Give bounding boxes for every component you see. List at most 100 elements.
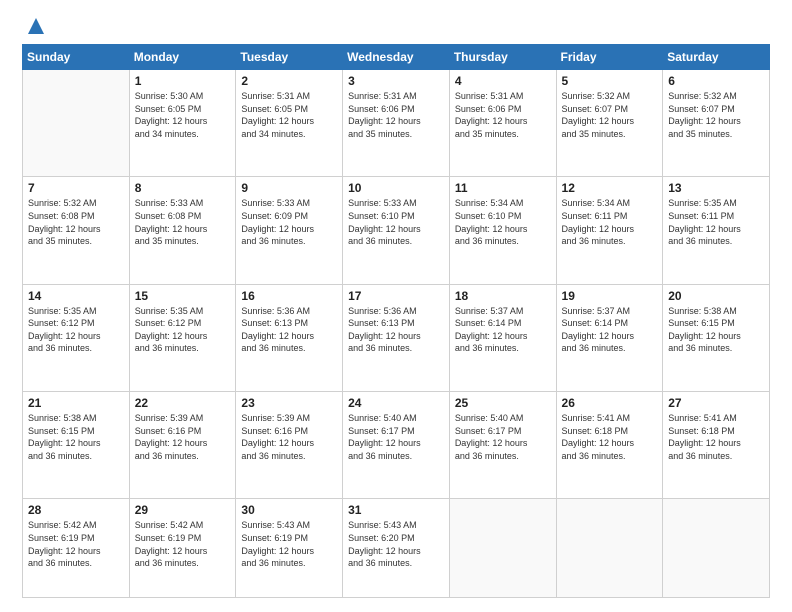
day-info: Sunrise: 5:35 AM Sunset: 6:11 PM Dayligh… xyxy=(668,197,764,247)
calendar-cell: 11 Sunrise: 5:34 AM Sunset: 6:10 PM Dayli… xyxy=(449,177,556,284)
calendar-cell: 3 Sunrise: 5:31 AM Sunset: 6:06 PM Daylig… xyxy=(343,70,450,177)
day-info: Sunrise: 5:33 AM Sunset: 6:10 PM Dayligh… xyxy=(348,197,444,247)
calendar-week-row: 21 Sunrise: 5:38 AM Sunset: 6:15 PM Dayli… xyxy=(23,391,770,498)
day-number: 27 xyxy=(668,396,764,410)
calendar-cell xyxy=(663,499,770,598)
day-number: 3 xyxy=(348,74,444,88)
day-info: Sunrise: 5:30 AM Sunset: 6:05 PM Dayligh… xyxy=(135,90,231,140)
day-info: Sunrise: 5:37 AM Sunset: 6:14 PM Dayligh… xyxy=(562,305,658,355)
calendar-cell: 27 Sunrise: 5:41 AM Sunset: 6:18 PM Dayli… xyxy=(663,391,770,498)
day-info: Sunrise: 5:40 AM Sunset: 6:17 PM Dayligh… xyxy=(348,412,444,462)
day-number: 6 xyxy=(668,74,764,88)
logo xyxy=(22,18,44,34)
calendar-cell: 25 Sunrise: 5:40 AM Sunset: 6:17 PM Dayli… xyxy=(449,391,556,498)
day-number: 29 xyxy=(135,503,231,517)
calendar-cell: 28Sunrise: 5:42 AM Sunset: 6:19 PM Dayli… xyxy=(23,499,130,598)
day-info: Sunrise: 5:32 AM Sunset: 6:08 PM Dayligh… xyxy=(28,197,124,247)
day-info: Sunrise: 5:36 AM Sunset: 6:13 PM Dayligh… xyxy=(348,305,444,355)
calendar-cell: 7 Sunrise: 5:32 AM Sunset: 6:08 PM Daylig… xyxy=(23,177,130,284)
day-info: Sunrise: 5:41 AM Sunset: 6:18 PM Dayligh… xyxy=(668,412,764,462)
day-info: Sunrise: 5:41 AM Sunset: 6:18 PM Dayligh… xyxy=(562,412,658,462)
day-info: Sunrise: 5:39 AM Sunset: 6:16 PM Dayligh… xyxy=(241,412,337,462)
calendar-cell xyxy=(449,499,556,598)
calendar-cell: 14 Sunrise: 5:35 AM Sunset: 6:12 PM Dayli… xyxy=(23,284,130,391)
calendar-cell: 23 Sunrise: 5:39 AM Sunset: 6:16 PM Dayli… xyxy=(236,391,343,498)
day-info: Sunrise: 5:34 AM Sunset: 6:10 PM Dayligh… xyxy=(455,197,551,247)
day-info: Sunrise: 5:43 AM Sunset: 6:19 PM Dayligh… xyxy=(241,519,337,569)
day-number: 24 xyxy=(348,396,444,410)
day-info: Sunrise: 5:43 AM Sunset: 6:20 PM Dayligh… xyxy=(348,519,444,569)
calendar-cell: 15 Sunrise: 5:35 AM Sunset: 6:12 PM Dayli… xyxy=(129,284,236,391)
day-info: Sunrise: 5:32 AM Sunset: 6:07 PM Dayligh… xyxy=(668,90,764,140)
day-number: 19 xyxy=(562,289,658,303)
calendar-cell: 21 Sunrise: 5:38 AM Sunset: 6:15 PM Dayli… xyxy=(23,391,130,498)
calendar-week-row: 28Sunrise: 5:42 AM Sunset: 6:19 PM Dayli… xyxy=(23,499,770,598)
day-number: 28 xyxy=(28,503,124,517)
day-number: 16 xyxy=(241,289,337,303)
day-number: 13 xyxy=(668,181,764,195)
calendar-cell: 17 Sunrise: 5:36 AM Sunset: 6:13 PM Dayli… xyxy=(343,284,450,391)
day-number: 15 xyxy=(135,289,231,303)
calendar-cell: 19 Sunrise: 5:37 AM Sunset: 6:14 PM Dayli… xyxy=(556,284,663,391)
day-info: Sunrise: 5:38 AM Sunset: 6:15 PM Dayligh… xyxy=(28,412,124,462)
header xyxy=(22,18,770,34)
day-number: 21 xyxy=(28,396,124,410)
weekday-header: Wednesday xyxy=(343,45,450,70)
calendar-cell: 18 Sunrise: 5:37 AM Sunset: 6:14 PM Dayli… xyxy=(449,284,556,391)
weekday-header: Thursday xyxy=(449,45,556,70)
day-info: Sunrise: 5:37 AM Sunset: 6:14 PM Dayligh… xyxy=(455,305,551,355)
weekday-header: Monday xyxy=(129,45,236,70)
calendar-cell: 10 Sunrise: 5:33 AM Sunset: 6:10 PM Dayli… xyxy=(343,177,450,284)
day-number: 17 xyxy=(348,289,444,303)
page: SundayMondayTuesdayWednesdayThursdayFrid… xyxy=(0,0,792,612)
day-info: Sunrise: 5:34 AM Sunset: 6:11 PM Dayligh… xyxy=(562,197,658,247)
calendar-cell: 8 Sunrise: 5:33 AM Sunset: 6:08 PM Daylig… xyxy=(129,177,236,284)
day-info: Sunrise: 5:38 AM Sunset: 6:15 PM Dayligh… xyxy=(668,305,764,355)
day-info: Sunrise: 5:39 AM Sunset: 6:16 PM Dayligh… xyxy=(135,412,231,462)
weekday-header: Tuesday xyxy=(236,45,343,70)
calendar-cell: 26 Sunrise: 5:41 AM Sunset: 6:18 PM Dayli… xyxy=(556,391,663,498)
calendar-cell: 12 Sunrise: 5:34 AM Sunset: 6:11 PM Dayli… xyxy=(556,177,663,284)
day-number: 8 xyxy=(135,181,231,195)
day-info: Sunrise: 5:33 AM Sunset: 6:08 PM Dayligh… xyxy=(135,197,231,247)
day-info: Sunrise: 5:40 AM Sunset: 6:17 PM Dayligh… xyxy=(455,412,551,462)
day-number: 18 xyxy=(455,289,551,303)
day-number: 1 xyxy=(135,74,231,88)
calendar-cell: 20Sunrise: 5:38 AM Sunset: 6:15 PM Dayli… xyxy=(663,284,770,391)
day-number: 7 xyxy=(28,181,124,195)
day-info: Sunrise: 5:35 AM Sunset: 6:12 PM Dayligh… xyxy=(135,305,231,355)
calendar-cell: 1 Sunrise: 5:30 AM Sunset: 6:05 PM Daylig… xyxy=(129,70,236,177)
calendar-week-row: 7 Sunrise: 5:32 AM Sunset: 6:08 PM Daylig… xyxy=(23,177,770,284)
calendar-cell: 13 Sunrise: 5:35 AM Sunset: 6:11 PM Dayli… xyxy=(663,177,770,284)
day-number: 10 xyxy=(348,181,444,195)
calendar-week-row: 14 Sunrise: 5:35 AM Sunset: 6:12 PM Dayli… xyxy=(23,284,770,391)
calendar-cell: 22 Sunrise: 5:39 AM Sunset: 6:16 PM Dayli… xyxy=(129,391,236,498)
day-number: 12 xyxy=(562,181,658,195)
day-info: Sunrise: 5:35 AM Sunset: 6:12 PM Dayligh… xyxy=(28,305,124,355)
day-number: 11 xyxy=(455,181,551,195)
day-number: 4 xyxy=(455,74,551,88)
calendar-header-row: SundayMondayTuesdayWednesdayThursdayFrid… xyxy=(23,45,770,70)
weekday-header: Sunday xyxy=(23,45,130,70)
calendar-week-row: 1 Sunrise: 5:30 AM Sunset: 6:05 PM Daylig… xyxy=(23,70,770,177)
calendar-cell: 2Sunrise: 5:31 AM Sunset: 6:05 PM Daylig… xyxy=(236,70,343,177)
calendar-cell xyxy=(23,70,130,177)
calendar-cell: 30Sunrise: 5:43 AM Sunset: 6:19 PM Dayli… xyxy=(236,499,343,598)
day-info: Sunrise: 5:31 AM Sunset: 6:06 PM Dayligh… xyxy=(455,90,551,140)
day-number: 9 xyxy=(241,181,337,195)
calendar-cell: 29Sunrise: 5:42 AM Sunset: 6:19 PM Dayli… xyxy=(129,499,236,598)
day-number: 25 xyxy=(455,396,551,410)
day-info: Sunrise: 5:33 AM Sunset: 6:09 PM Dayligh… xyxy=(241,197,337,247)
day-number: 14 xyxy=(28,289,124,303)
calendar-cell: 5Sunrise: 5:32 AM Sunset: 6:07 PM Daylig… xyxy=(556,70,663,177)
calendar-cell: 31Sunrise: 5:43 AM Sunset: 6:20 PM Dayli… xyxy=(343,499,450,598)
weekday-header: Saturday xyxy=(663,45,770,70)
weekday-header: Friday xyxy=(556,45,663,70)
day-number: 5 xyxy=(562,74,658,88)
day-number: 23 xyxy=(241,396,337,410)
calendar-cell: 24 Sunrise: 5:40 AM Sunset: 6:17 PM Dayli… xyxy=(343,391,450,498)
day-number: 26 xyxy=(562,396,658,410)
calendar-cell: 4 Sunrise: 5:31 AM Sunset: 6:06 PM Daylig… xyxy=(449,70,556,177)
day-info: Sunrise: 5:31 AM Sunset: 6:06 PM Dayligh… xyxy=(348,90,444,140)
day-number: 22 xyxy=(135,396,231,410)
